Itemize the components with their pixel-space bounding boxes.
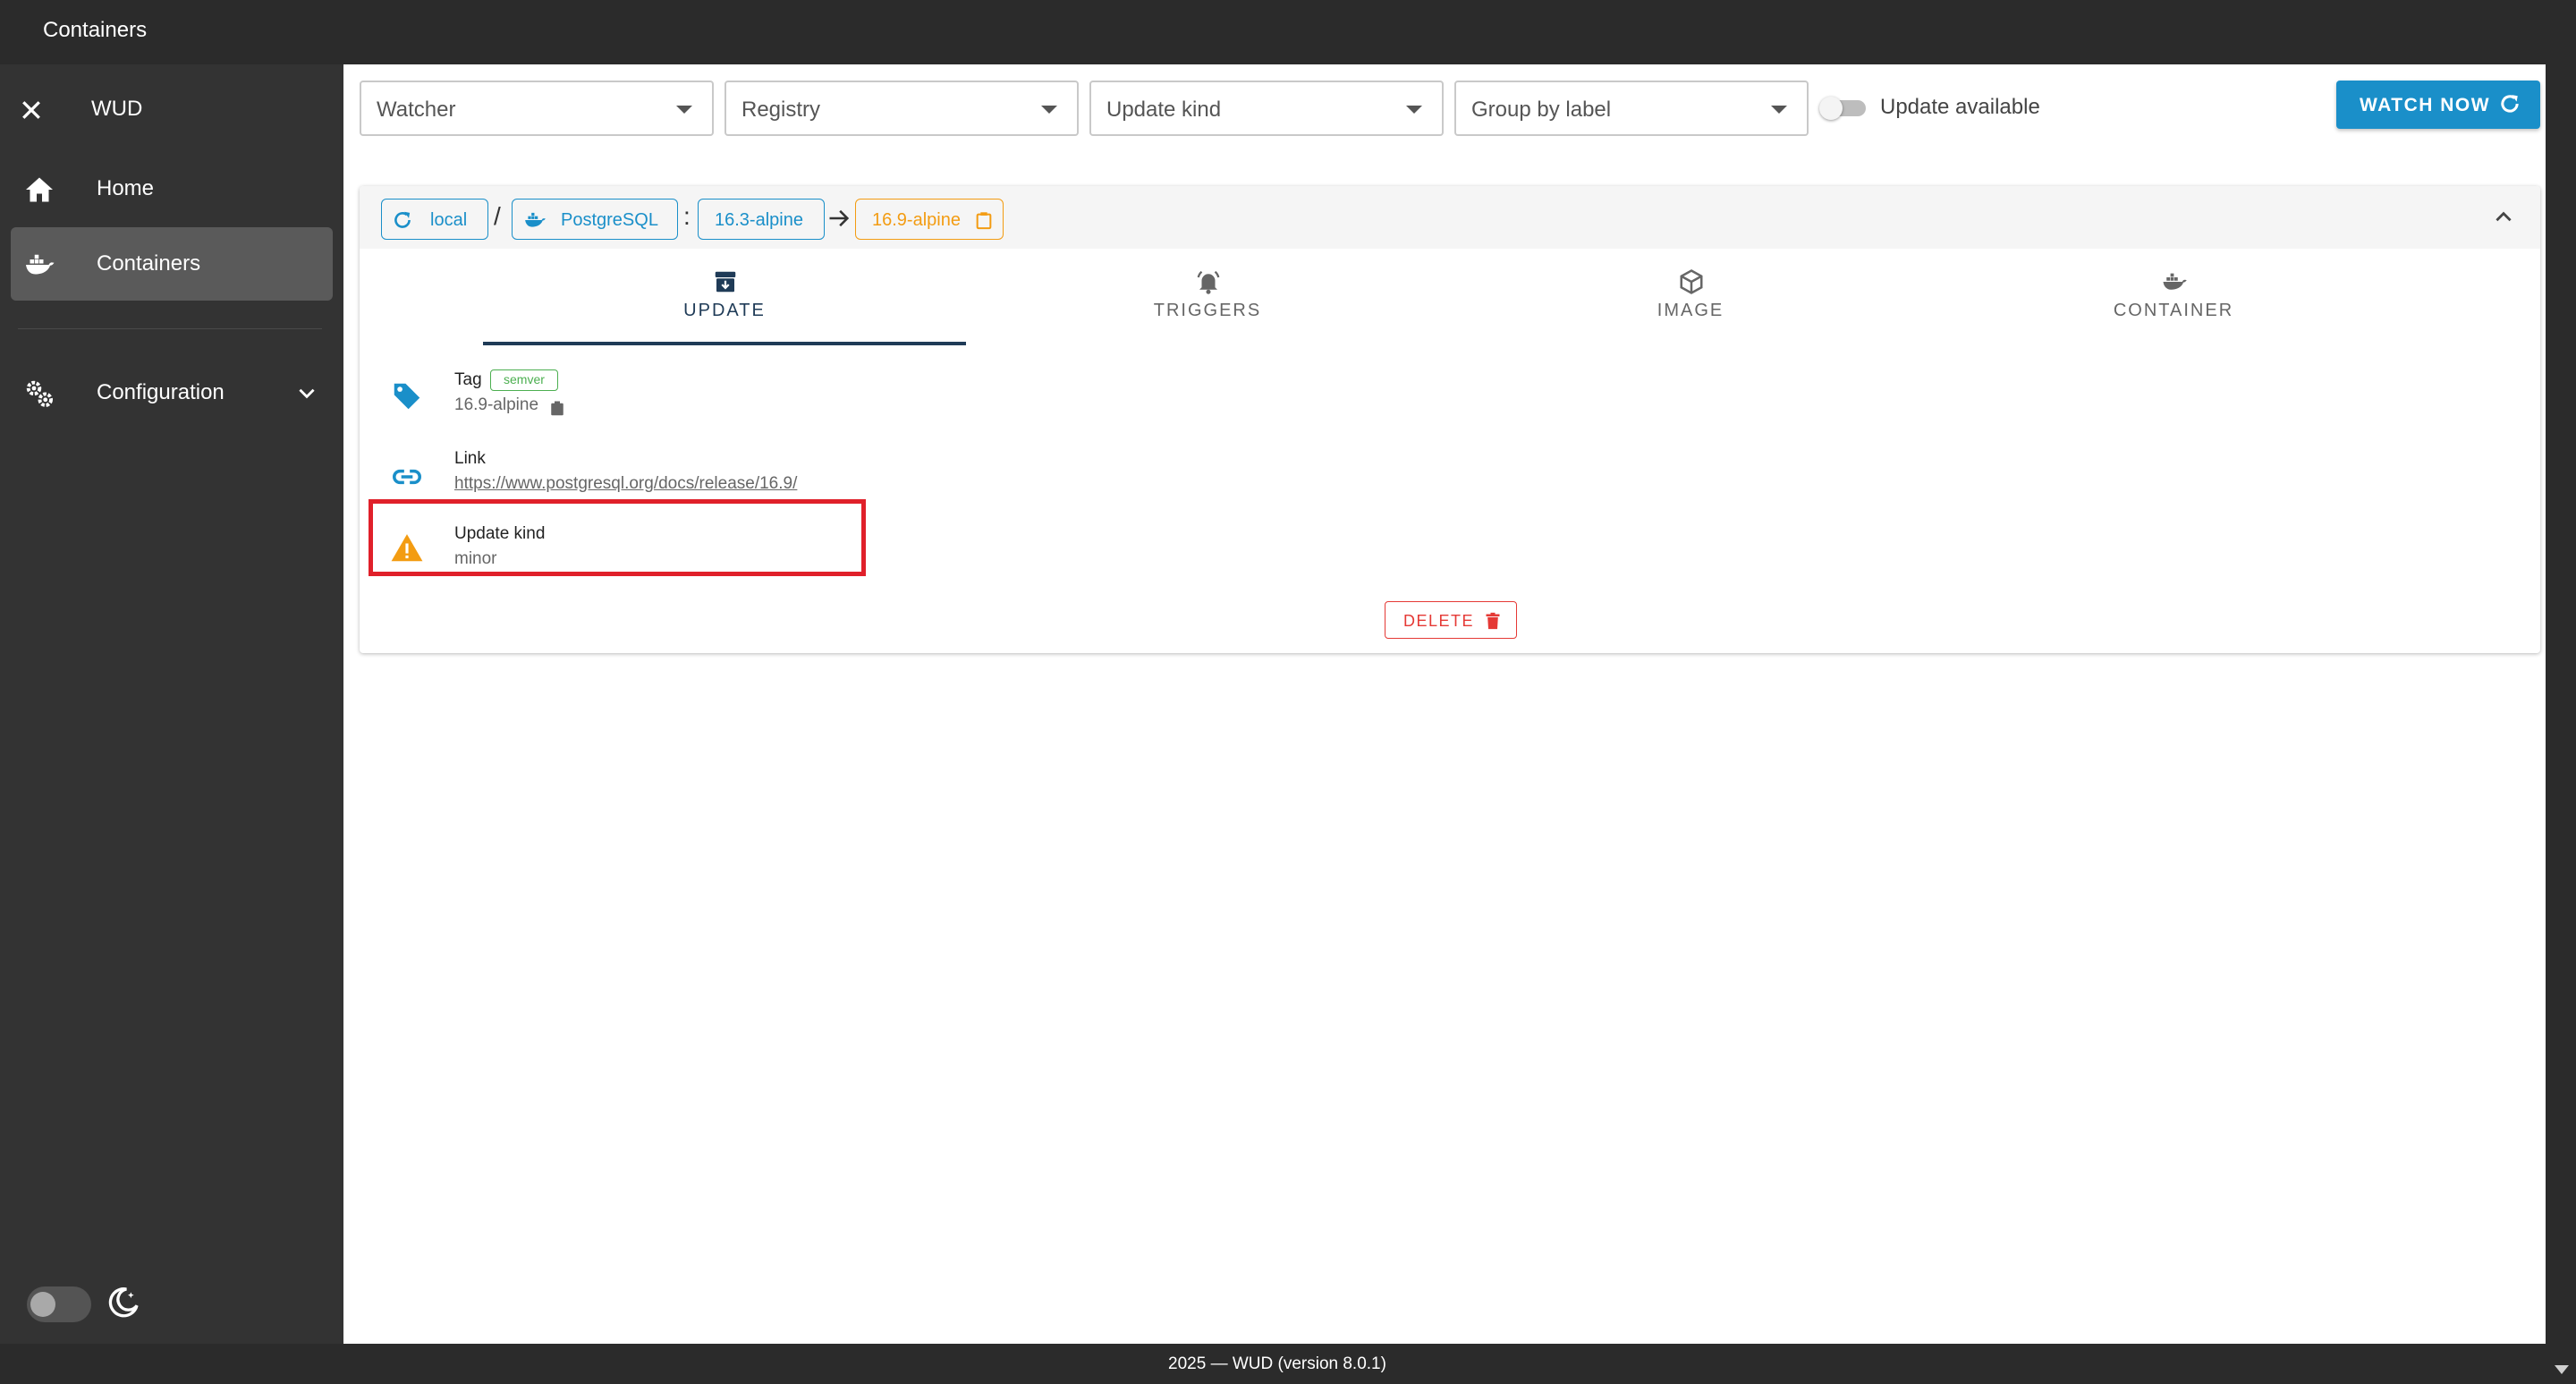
link-row: Link https://www.postgresql.org/docs/rel… (360, 449, 986, 503)
app-bar: Containers (0, 0, 2576, 64)
registry-select[interactable]: Registry (724, 81, 1079, 136)
container-name-chip[interactable]: PostgreSQL (512, 199, 678, 240)
refresh-icon (394, 211, 411, 228)
link-label: Link (454, 449, 486, 468)
package-icon (1680, 269, 1703, 294)
app-bar-title: Containers (43, 18, 148, 42)
container-tabs: UPDATE TRIGGERS IMAGE CONTAINER (483, 249, 2415, 347)
tag-icon (394, 383, 420, 410)
update-kind-select-placeholder: Update kind (1106, 98, 1222, 122)
tab-triggers[interactable]: TRIGGERS (966, 249, 1449, 347)
tab-label: UPDATE (683, 301, 766, 320)
refresh-icon (2501, 95, 2519, 113)
footer-text: 2025 — WUD (version 8.0.1) (1168, 1354, 1386, 1373)
update-kind-select[interactable]: Update kind (1089, 81, 1444, 136)
delete-label: DELETE (1403, 612, 1475, 630)
clipboard-icon[interactable] (974, 209, 994, 231)
container-card: local / PostgreSQL : 16.3-alpine 16.9-al… (360, 186, 2540, 653)
archive-down-icon (715, 271, 736, 293)
warning-icon (391, 534, 423, 562)
watcher-select[interactable]: Watcher (360, 81, 714, 136)
dropdown-caret-icon (1771, 106, 1787, 114)
tab-update[interactable]: UPDATE (483, 249, 966, 347)
current-tag: 16.3-alpine (715, 210, 803, 230)
docker-whale-icon (2163, 273, 2187, 290)
sidebar-divider (18, 328, 322, 329)
path-separator: / (494, 202, 501, 230)
clipboard-icon[interactable] (549, 399, 565, 417)
tab-label: IMAGE (1657, 301, 1724, 320)
tab-label: TRIGGERS (1153, 301, 1262, 320)
container-name: PostgreSQL (561, 210, 658, 230)
gears-icon (26, 380, 53, 407)
registry-select-placeholder: Registry (741, 98, 821, 122)
theme-toggle[interactable] (27, 1286, 91, 1322)
close-icon[interactable] (18, 97, 45, 123)
group-by-select-placeholder: Group by label (1471, 98, 1612, 122)
sidebar-item-label: Configuration (97, 380, 225, 404)
home-icon (26, 177, 53, 202)
tag-separator: : (683, 202, 691, 230)
dropdown-caret-icon (1041, 106, 1057, 114)
update-available-label: Update available (1880, 95, 2040, 119)
update-kind-row: Update kind minor (360, 524, 986, 578)
delete-button[interactable]: DELETE (1385, 601, 1517, 639)
trash-icon (1486, 612, 1500, 630)
sidebar-item-containers[interactable]: Containers (11, 227, 333, 301)
tab-container[interactable]: CONTAINER (1932, 249, 2415, 347)
new-tag-chip[interactable]: 16.9-alpine (855, 199, 1004, 240)
tab-image[interactable]: IMAGE (1449, 249, 1932, 347)
dropdown-caret-icon (1406, 106, 1422, 114)
update-available-switch[interactable] (1819, 97, 1869, 120)
watcher-name: local (430, 210, 468, 230)
switch-knob (1819, 97, 1843, 120)
tag-row: Tag semver 16.9-alpine (360, 369, 986, 424)
moon-icon (108, 1287, 139, 1318)
group-by-label-select[interactable]: Group by label (1454, 81, 1809, 136)
docker-whale-icon (525, 212, 546, 227)
chevron-up-icon[interactable] (2492, 206, 2515, 229)
chevron-down-icon (299, 388, 315, 399)
tag-value: 16.9-alpine (454, 395, 539, 414)
sidebar-item-configuration[interactable]: Configuration (11, 356, 333, 429)
update-kind-label: Update kind (454, 524, 546, 543)
update-kind-value: minor (454, 549, 497, 568)
release-notes-link[interactable]: https://www.postgresql.org/docs/release/… (454, 474, 797, 494)
sidebar-header: WUD (0, 88, 343, 150)
main-content: Watcher Registry Update kind Group by la… (343, 64, 2546, 1344)
sidebar-item-label: Home (97, 176, 155, 200)
sidebar: WUD Home Containers Configuration (0, 64, 343, 1344)
link-icon (393, 469, 421, 485)
bell-ring-icon (1197, 270, 1220, 294)
docker-whale-icon (26, 254, 55, 275)
sidebar-item-home[interactable]: Home (11, 152, 333, 225)
watch-now-label: WATCH NOW (2360, 95, 2491, 115)
theme-toggle-knob (30, 1292, 55, 1317)
arrow-right-icon (829, 209, 850, 227)
tab-label: CONTAINER (2113, 301, 2234, 320)
container-card-header[interactable]: local / PostgreSQL : 16.3-alpine 16.9-al… (360, 186, 2540, 249)
watcher-chip[interactable]: local (381, 199, 488, 240)
semver-badge: semver (490, 369, 558, 391)
footer: 2025 — WUD (version 8.0.1) (0, 1344, 2576, 1384)
watch-now-button[interactable]: WATCH NOW (2336, 81, 2540, 129)
current-tag-chip[interactable]: 16.3-alpine (698, 199, 825, 240)
scroll-down-arrow-icon[interactable] (2555, 1365, 2569, 1374)
watcher-select-placeholder: Watcher (377, 98, 456, 122)
brand-name: WUD (91, 97, 143, 121)
active-tab-indicator (483, 342, 966, 345)
sidebar-item-label: Containers (97, 251, 201, 276)
tag-label: Tag (454, 370, 482, 389)
new-tag: 16.9-alpine (872, 210, 961, 230)
dropdown-caret-icon (676, 106, 692, 114)
